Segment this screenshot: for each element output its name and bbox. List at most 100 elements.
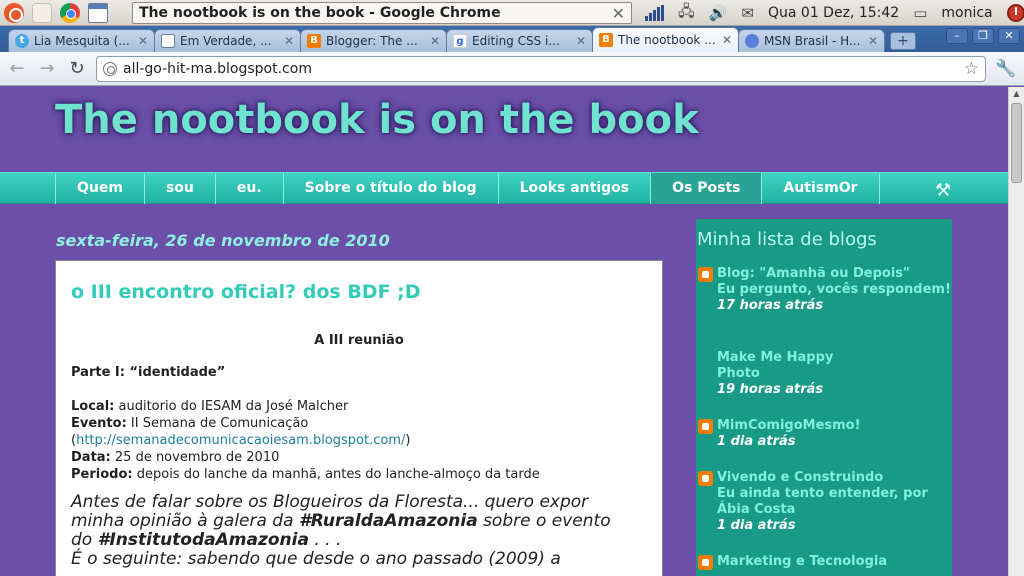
tab-lia-mesquita[interactable]: t Lia Mesquita (... ✕ (8, 29, 155, 52)
nav-item-eu[interactable]: eu. (214, 173, 283, 204)
forward-arrow-icon[interactable]: → (36, 58, 58, 79)
nav-item-sou[interactable]: sou (143, 173, 215, 204)
url-text[interactable]: all-go-hit-ma.blogspot.com (123, 61, 958, 77)
chrome-launcher-icon[interactable] (60, 2, 80, 23)
nav-item-looks-antigos[interactable]: Looks antigos (497, 173, 651, 204)
blog-name-link[interactable]: Make Me Happy (717, 350, 952, 366)
network-signal-icon[interactable] (645, 5, 664, 21)
hashtag: #InstitutodaAmazonia (97, 530, 309, 550)
reload-icon[interactable]: ↻ (66, 58, 88, 79)
blog-post-time: 17 horas atrás (717, 298, 824, 313)
detail-value: 25 de novembro de 2010 (114, 450, 280, 465)
post-heading: A III reunião (314, 333, 404, 348)
page-info-icon[interactable] (103, 61, 117, 76)
blogger-icon (698, 419, 713, 434)
detail-label: Data: (71, 450, 111, 465)
back-arrow-icon[interactable]: ← (6, 58, 28, 79)
event-details: Local: auditorio do IESAM da José Malche… (71, 398, 647, 483)
volume-icon[interactable]: 🔊 (709, 4, 728, 22)
blog-name-link[interactable]: MimComigoMesmo! (717, 418, 952, 434)
blog-list-item: Vivendo e Construindo Eu ainda tento ent… (696, 470, 952, 534)
tab-close-icon[interactable]: ✕ (284, 34, 294, 48)
detail-link-line: (http://semanadecomunicacaoiesam.blogspo… (71, 432, 647, 449)
tab-close-icon[interactable]: ✕ (138, 34, 148, 48)
blog-nav-bar: Quem sou eu. Sobre o título do blog Look… (0, 172, 1008, 204)
nav-item-autismor[interactable]: AutismOr (761, 173, 880, 204)
body-text: sobre o evento (477, 511, 611, 531)
detail-periodo: Periodo: depois do lanche da manhã, ante… (71, 466, 647, 483)
tab-label: Em Verdade, ... (180, 34, 272, 48)
nav-item-quem[interactable]: Quem (55, 173, 144, 204)
blog-list-item: MimComigoMesmo! 1 dia atrás (696, 418, 952, 450)
wrench-icon[interactable]: 🔧 (994, 59, 1018, 79)
blog-list-sidebar: Minha lista de blogs Blog: "Amanhã ou De… (696, 219, 952, 576)
tab-label: The nootbook ... (618, 33, 716, 47)
tab-msn-brasil[interactable]: MSN Brasil - H... ✕ (738, 29, 885, 52)
tab-blogger[interactable]: B Blogger: The ... ✕ (300, 29, 447, 52)
blog-post-link[interactable]: Eu pergunto, vocês respondem! (717, 282, 952, 298)
blogger-icon (698, 267, 713, 282)
event-link[interactable]: http://semanadecomunicacaoiesam.blogspot… (76, 433, 405, 448)
blogger-icon: B (307, 34, 321, 48)
tab-close-icon[interactable]: ✕ (430, 34, 440, 48)
bookmark-star-icon[interactable]: ☆ (964, 59, 979, 79)
tab-close-icon[interactable]: ✕ (868, 34, 878, 48)
page-viewport: The nootbook is on the book Quem sou eu.… (0, 87, 1008, 576)
detail-value: auditorio do IESAM da José Malcher (118, 399, 349, 414)
blogger-icon: B (599, 33, 613, 47)
clock[interactable]: Qua 01 Dez, 15:42 (768, 5, 899, 21)
blog-list-item: Make Me Happy Photo 19 horas atrás (696, 350, 952, 398)
blog-post-link[interactable]: Eu ainda tento entender, por Ábia Costa (717, 486, 952, 518)
top-panel: The nootbook is on the book - Google Chr… (0, 0, 1024, 26)
tab-strip: t Lia Mesquita (... ✕ Em Verdade, ... ✕ … (0, 26, 1024, 52)
blog-name-link[interactable]: Vivendo e Construindo (717, 470, 952, 486)
post-date: sexta-feira, 26 de novembro de 2010 (56, 231, 390, 250)
address-bar[interactable]: all-go-hit-ma.blogspot.com ☆ (96, 55, 986, 82)
sidebar-title: Minha lista de blogs (697, 229, 877, 250)
mail-icon[interactable]: ✉ (741, 4, 754, 22)
window-close-icon[interactable]: ✕ (998, 28, 1020, 44)
blog-name-link[interactable]: Marketing e Tecnologia (717, 554, 952, 570)
tab-close-icon[interactable]: ✕ (576, 34, 586, 48)
scrollbar-thumb[interactable] (1011, 103, 1022, 183)
tab-editing-css[interactable]: g Editing CSS i... ✕ (446, 29, 593, 52)
user-name[interactable]: monica (941, 5, 992, 21)
tab-label: Lia Mesquita (... (34, 34, 130, 48)
tab-close-icon[interactable]: ✕ (722, 33, 732, 47)
google-icon: g (453, 34, 467, 48)
minimize-icon[interactable]: – (946, 28, 968, 44)
blogger-icon (698, 471, 713, 486)
tab-nootbook[interactable]: B The nootbook ... ✕ (592, 27, 739, 52)
body-text: . . . (308, 530, 342, 550)
detail-label: Local: (71, 399, 115, 414)
vertical-scrollbar[interactable]: ▲ (1008, 87, 1024, 576)
msn-icon (745, 34, 759, 48)
window-list-icon[interactable] (88, 2, 108, 23)
blog-post-time: 1 dia atrás (717, 518, 796, 533)
post-title[interactable]: o III encontro oficial? dos BDF ;D (71, 281, 647, 303)
edit-tools-icon[interactable]: ⚒ (935, 180, 951, 201)
system-settings-icon[interactable] (32, 2, 52, 23)
nav-item-os-posts[interactable]: Os Posts (650, 173, 762, 204)
close-icon[interactable]: ✕ (612, 4, 625, 23)
hashtag: #RuraldaAmazonia (298, 511, 478, 531)
blog-title[interactable]: The nootbook is on the book (55, 97, 699, 143)
blog-post-time: 19 horas atrás (717, 382, 824, 397)
blog-name-link[interactable]: Blog: "Amanhã ou Depois" (717, 266, 952, 282)
tab-em-verdade[interactable]: Em Verdade, ... ✕ (154, 29, 301, 52)
new-tab-button[interactable]: + (890, 32, 916, 50)
nav-item-sobre-o-titulo[interactable]: Sobre o título do blog (282, 173, 498, 204)
maximize-icon[interactable]: ❐ (972, 28, 994, 44)
blog-post-time: 1 dia atrás (717, 434, 796, 449)
detail-evento: Evento: II Semana de Comunicação (71, 415, 647, 432)
post-body-line: Antes de falar sobre os Blogueiros da Fl… (71, 492, 589, 512)
ubuntu-menu-icon[interactable] (4, 2, 24, 23)
blog-post-link[interactable]: Photo (717, 366, 952, 382)
panel-launchers (0, 2, 130, 23)
power-icon[interactable] (1006, 4, 1024, 22)
active-window-button[interactable]: The nootbook is on the book - Google Chr… (132, 2, 632, 24)
active-window-title: The nootbook is on the book - Google Chr… (139, 5, 501, 21)
scroll-up-arrow-icon[interactable]: ▲ (1009, 87, 1024, 101)
user-switch-icon[interactable]: ▭ (913, 4, 927, 22)
network-manager-icon[interactable]: 🖧 (678, 1, 695, 26)
